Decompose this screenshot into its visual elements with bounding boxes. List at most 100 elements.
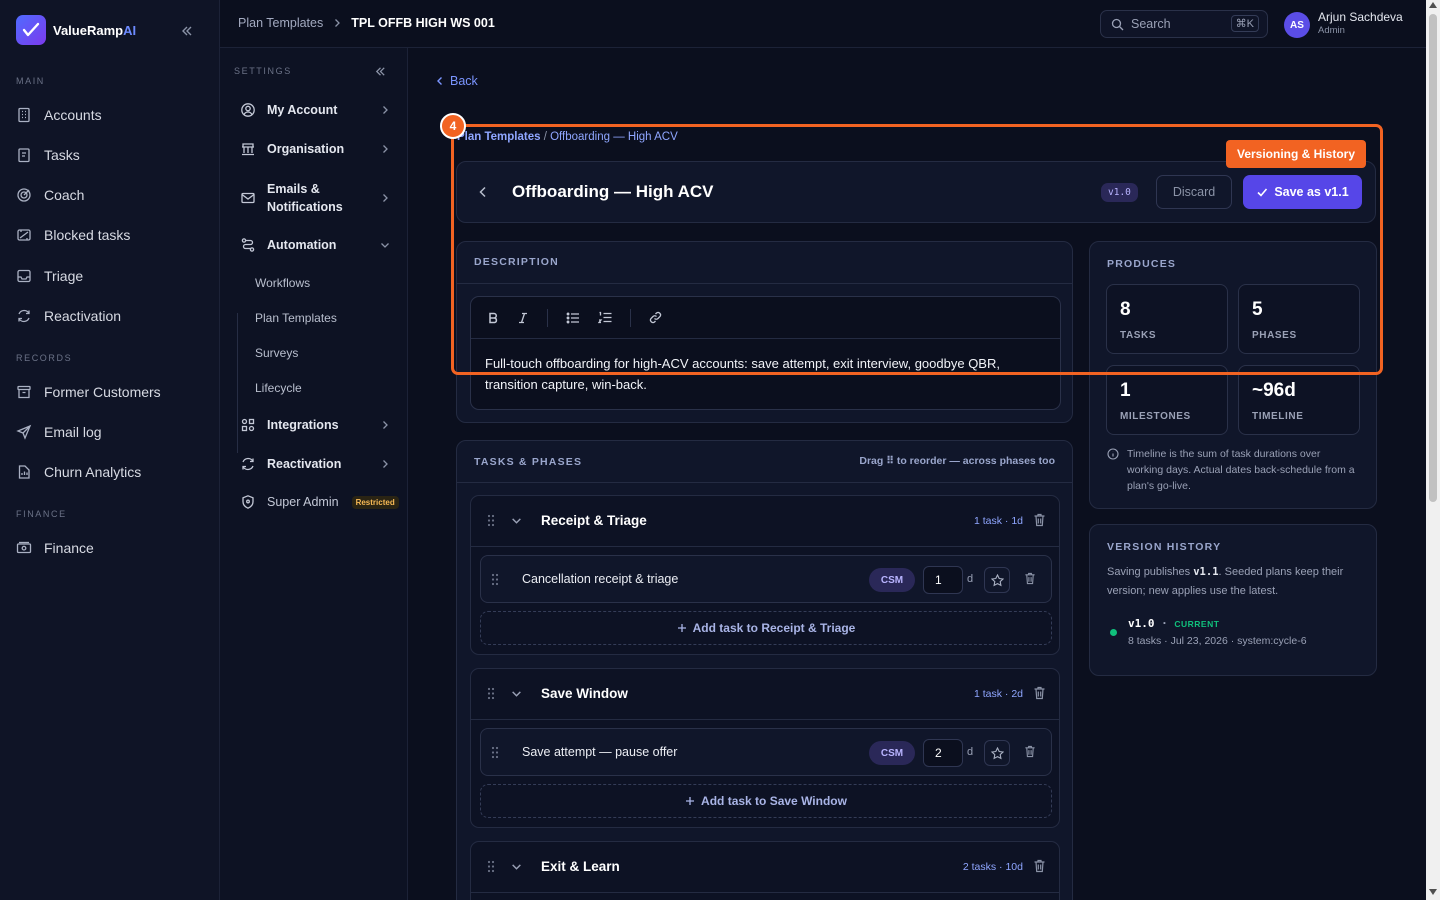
search-input[interactable]: Search ⌘K	[1100, 10, 1268, 38]
app-window: ValueRampAI MAIN Accounts Tasks Coach Bl…	[0, 0, 1440, 900]
timeline-note: Timeline is the sum of task durations ov…	[1107, 446, 1357, 494]
nav-item-coach[interactable]: Coach	[16, 187, 84, 203]
breadcrumb-plan-templates[interactable]: Plan Templates	[238, 16, 323, 30]
trash-icon[interactable]	[1033, 859, 1046, 873]
divider	[457, 482, 1072, 483]
task-row[interactable]: Save attempt — pause offer CSM 2 d	[480, 728, 1052, 776]
add-task-label: Add task to Receipt & Triage	[692, 621, 856, 635]
separator: ·	[1154, 617, 1175, 630]
avatar[interactable]: AS	[1284, 12, 1310, 38]
chevron-right-icon	[380, 193, 390, 203]
settings-sub-workflows[interactable]: Workflows	[255, 276, 310, 290]
trash-icon[interactable]	[1033, 513, 1046, 527]
phase-meta: 2 tasks · 10d	[962, 861, 1023, 873]
inbox-icon	[16, 268, 32, 284]
phase-title[interactable]: Receipt & Triage	[541, 513, 647, 528]
nav-item-reactivation[interactable]: Reactivation	[16, 308, 121, 324]
brand[interactable]: ValueRampAI	[16, 15, 136, 45]
drag-handle-icon[interactable]	[491, 573, 499, 586]
nav-item-triage[interactable]: Triage	[16, 268, 83, 284]
back-link[interactable]: Back	[435, 74, 478, 88]
add-task-button[interactable]: Add task to Save Window	[480, 784, 1052, 818]
cash-icon	[16, 540, 32, 556]
trash-icon[interactable]	[1024, 745, 1036, 758]
duration-input[interactable]: 2	[923, 739, 963, 767]
phase-title[interactable]: Save Window	[541, 686, 628, 701]
phase-receipt-triage: Receipt & Triage 1 task · 1d Cancellatio…	[470, 495, 1060, 655]
collapse-sidebar-icon[interactable]	[180, 24, 194, 38]
drag-handle-icon[interactable]	[487, 514, 495, 527]
scroll-up-arrow-icon[interactable]	[1429, 2, 1437, 8]
drag-handle-icon[interactable]	[487, 860, 495, 873]
settings-item-automation[interactable]: Automation	[240, 237, 390, 253]
stat-label: TIMELINE	[1252, 411, 1304, 422]
duration-input[interactable]: 1	[923, 566, 963, 594]
add-task-button[interactable]: Add task to Receipt & Triage	[480, 611, 1052, 645]
nav-item-churn-analytics[interactable]: Churn Analytics	[16, 464, 141, 480]
settings-label-line-2: Notifications	[267, 200, 343, 214]
scroll-down-arrow-icon[interactable]	[1429, 889, 1437, 895]
plus-icon	[685, 796, 695, 806]
shield-icon	[240, 494, 256, 510]
star-icon	[990, 746, 1004, 760]
stat-label: MILESTONES	[1120, 411, 1191, 422]
nav-item-blocked-tasks[interactable]: Blocked tasks	[16, 227, 130, 243]
trash-icon[interactable]	[1024, 572, 1036, 585]
scrollbar-thumb[interactable]	[1429, 14, 1437, 502]
chevron-down-icon[interactable]	[511, 861, 522, 872]
settings-item-organisation[interactable]: Organisation	[240, 141, 390, 157]
settings-item-reactivation[interactable]: Reactivation	[240, 456, 390, 472]
version-name: v1.0 · CURRENT	[1128, 617, 1219, 630]
version-label: v1.0	[1128, 617, 1155, 630]
user-name[interactable]: Arjun Sachdeva	[1318, 10, 1403, 24]
trash-icon[interactable]	[1033, 686, 1046, 700]
phase-header[interactable]: Exit & Learn 2 tasks · 10d	[471, 842, 1059, 892]
settings-sub-plan-templates[interactable]: Plan Templates	[255, 311, 337, 325]
milestone-star-button[interactable]	[984, 567, 1010, 593]
divider	[471, 546, 1059, 547]
grid-icon	[240, 417, 256, 433]
stat-timeline: ~96d TIMELINE	[1238, 365, 1360, 435]
task-row[interactable]: Cancellation receipt & triage CSM 1 d	[480, 555, 1052, 603]
settings-item-super-admin[interactable]: Super Admin Restricted	[240, 494, 410, 510]
clipboard-icon	[16, 147, 32, 163]
role-badge[interactable]: CSM	[869, 568, 915, 592]
chevron-left-icon	[435, 76, 445, 86]
phase-header[interactable]: Receipt & Triage 1 task · 1d	[471, 496, 1059, 546]
drag-handle-icon[interactable]	[491, 746, 499, 759]
building-icon	[16, 107, 32, 123]
task-name[interactable]: Cancellation receipt & triage	[522, 572, 678, 586]
settings-panel: SETTINGS My Account Organisation Emails …	[220, 48, 408, 900]
scrollbar[interactable]	[1426, 0, 1440, 900]
nav-item-email-log[interactable]: Email log	[16, 424, 102, 440]
chevron-down-icon[interactable]	[511, 688, 522, 699]
phase-header[interactable]: Save Window 1 task · 2d	[471, 669, 1059, 719]
collapse-settings-icon[interactable]	[374, 65, 387, 78]
drag-handle-icon[interactable]	[487, 687, 495, 700]
milestone-star-button[interactable]	[984, 740, 1010, 766]
settings-item-integrations[interactable]: Integrations	[240, 417, 390, 433]
refresh-icon	[240, 456, 256, 472]
phase-title[interactable]: Exit & Learn	[541, 859, 620, 874]
task-name[interactable]: Save attempt — pause offer	[522, 745, 677, 759]
chevron-down-icon	[380, 240, 390, 250]
chevron-down-icon[interactable]	[511, 515, 522, 526]
nav-item-accounts[interactable]: Accounts	[16, 107, 102, 123]
settings-sub-lifecycle[interactable]: Lifecycle	[255, 381, 302, 395]
stat-value: ~96d	[1252, 380, 1296, 401]
section-label-main: MAIN	[16, 76, 45, 86]
nav-item-finance[interactable]: Finance	[16, 540, 94, 556]
nav-item-tasks[interactable]: Tasks	[16, 147, 80, 163]
version-history-text: Saving publishes v1.1. Seeded plans keep…	[1107, 563, 1363, 601]
settings-item-emails-notifications[interactable]: Emails & Notifications	[240, 180, 390, 216]
settings-item-my-account[interactable]: My Account	[240, 102, 390, 118]
section-label-finance: FINANCE	[16, 509, 67, 519]
settings-label: My Account	[267, 103, 338, 117]
stat-value: 1	[1120, 380, 1131, 401]
nav-item-former-customers[interactable]: Former Customers	[16, 384, 161, 400]
divider	[471, 892, 1059, 893]
duration-unit: d	[967, 573, 974, 585]
refresh-icon	[16, 308, 32, 324]
settings-sub-surveys[interactable]: Surveys	[255, 346, 298, 360]
role-badge[interactable]: CSM	[869, 741, 915, 765]
